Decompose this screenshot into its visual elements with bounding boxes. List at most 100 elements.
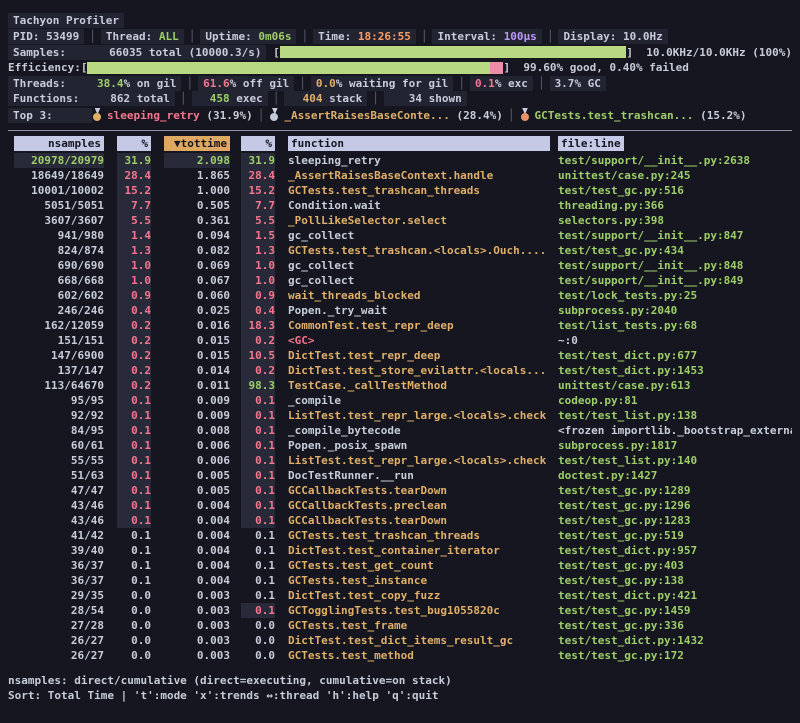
keybinding-help: Sort: Total Time | 't':mode 'x':trends ↔… — [8, 688, 792, 704]
table-row[interactable]: 10001/1000215.21.00015.2GCTests.test_tra… — [14, 183, 792, 198]
efficiency-failed-segment — [490, 62, 503, 74]
file-line-cell: test/support/__init__.py:2638 — [558, 153, 792, 168]
direct-percent-cell: 0.1 — [117, 438, 151, 453]
function-cell: CommonTest.test_repr_deep — [288, 318, 550, 333]
column-header-function[interactable]: function — [288, 136, 550, 151]
table-row[interactable]: 39/400.10.0040.1DictTest.test_container_… — [14, 543, 792, 558]
tottime-cell: 0.015 — [164, 348, 230, 363]
nsamples-cell: 151/151 — [14, 333, 104, 348]
nsamples-legend: nsamples: direct/cumulative (direct=exec… — [8, 673, 792, 689]
direct-percent-cell: 0.1 — [117, 498, 151, 513]
table-row[interactable]: 41/420.10.0040.1GCTests.test_trashcan_th… — [14, 528, 792, 543]
status-segment-label: Display: — [563, 30, 623, 43]
column-header-nsamples[interactable]: nsamples — [14, 136, 104, 151]
table-row[interactable]: 690/6901.00.0691.0gc_collecttest/support… — [14, 258, 792, 273]
table-body: 20978/2097931.92.09831.9sleeping_retryte… — [14, 153, 792, 663]
function-cell: Condition.wait — [288, 198, 550, 213]
table-row[interactable]: 29/350.00.0030.1DictTest.test_copy_fuzzt… — [14, 588, 792, 603]
separator: │ — [294, 76, 311, 91]
cumulative-percent-cell: 7.7 — [241, 198, 275, 213]
column-header-file-line[interactable]: file:line — [558, 136, 624, 151]
top3-function-name: sleeping_retry — [107, 109, 206, 122]
table-row[interactable]: 47/470.10.0050.1GCCallbackTests.tearDown… — [14, 483, 792, 498]
efficiency-summary: 99.60% good, 0.40% failed — [523, 60, 689, 75]
table-row[interactable]: 20978/2097931.92.09831.9sleeping_retryte… — [14, 153, 792, 168]
table-row[interactable]: 43/460.10.0040.1GCCallbackTests.preclean… — [14, 498, 792, 513]
table-row[interactable]: 137/1470.20.0140.2DictTest.test_store_ev… — [14, 363, 792, 378]
direct-percent-cell: 0.2 — [117, 348, 151, 363]
table-row[interactable]: 36/370.10.0040.1GCTests.test_instancetes… — [14, 573, 792, 588]
nsamples-cell: 246/246 — [14, 303, 104, 318]
table-row[interactable]: 3607/36075.50.3615.5_PollLikeSelector.se… — [14, 213, 792, 228]
nsamples-cell: 27/28 — [14, 618, 104, 633]
tottime-cell: 1.865 — [164, 168, 230, 183]
direct-percent-cell: 0.0 — [117, 648, 151, 663]
table-row[interactable]: 113/646700.20.01198.3TestCase._callTestM… — [14, 378, 792, 393]
table-row[interactable]: 55/550.10.0060.1ListTest.test_repr_large… — [14, 453, 792, 468]
status-segment-value: 0m06s — [258, 30, 291, 43]
direct-percent-cell: 0.1 — [117, 423, 151, 438]
table-row[interactable]: 824/8741.30.0821.3GCTests.test_trashcan.… — [14, 243, 792, 258]
function-cell: GCCallbackTests.tearDown — [288, 483, 550, 498]
table-row[interactable]: 36/370.10.0040.1GCTests.test_get_countte… — [14, 558, 792, 573]
column-header-tottime-sorted[interactable]: ▼tottime — [164, 136, 230, 151]
nsamples-cell: 39/40 — [14, 543, 104, 558]
top3-line: Top 3: sleeping_retry (31.9%)│_AssertRai… — [8, 107, 792, 124]
function-cell: gc_collect — [288, 228, 550, 243]
column-header-cumulative-percent[interactable]: % — [241, 136, 275, 151]
table-row[interactable]: 26/270.00.0030.0DictTest.test_dict_items… — [14, 633, 792, 648]
table-row[interactable]: 18649/1864928.41.86528.4_AssertRaisesBas… — [14, 168, 792, 183]
table-row[interactable]: 151/1510.20.0150.2<GC>~:0 — [14, 333, 792, 348]
threads-segment: 0.0% waiting for gil — [311, 76, 453, 91]
direct-percent-cell: 0.2 — [117, 333, 151, 348]
functions-segment: 404 stack — [284, 91, 367, 106]
cumulative-percent-cell: 0.1 — [241, 438, 275, 453]
table-row[interactable]: 668/6681.00.0671.0gc_collecttest/support… — [14, 273, 792, 288]
threads-label: Threads: — [8, 76, 92, 91]
samples-total: 66035 total (10000.3/s) — [91, 45, 267, 60]
table-row[interactable]: 92/920.10.0090.1ListTest.test_repr_large… — [14, 408, 792, 423]
function-cell: GCTests.test_trashcan_threads — [288, 528, 550, 543]
table-row[interactable]: 26/270.00.0030.0GCTests.test_methodtest/… — [14, 648, 792, 663]
table-row[interactable]: 162/120590.20.01618.3CommonTest.test_rep… — [14, 318, 792, 333]
table-row[interactable]: 28/540.00.0030.1GCTogglingTests.test_bug… — [14, 603, 792, 618]
tottime-cell: 0.009 — [164, 393, 230, 408]
table-row[interactable]: 60/610.10.0060.1Popen._posix_spawnsubpro… — [14, 438, 792, 453]
tottime-cell: 0.015 — [164, 333, 230, 348]
table-row[interactable]: 246/2460.40.0250.4Popen._try_waitsubproc… — [14, 303, 792, 318]
nsamples-cell: 55/55 — [14, 453, 104, 468]
tottime-cell: 0.505 — [164, 198, 230, 213]
direct-percent-cell: 28.4 — [117, 168, 151, 183]
table-row[interactable]: 147/69000.20.01510.5DictTest.test_repr_d… — [14, 348, 792, 363]
cumulative-percent-cell: 0.1 — [241, 483, 275, 498]
file-line-cell: test/test_gc.py:1289 — [558, 483, 792, 498]
file-line-cell: test/support/__init__.py:849 — [558, 273, 792, 288]
cumulative-percent-cell: 0.1 — [241, 468, 275, 483]
table-row[interactable]: 95/950.10.0090.1_compilecodeop.py:81 — [14, 393, 792, 408]
tottime-cell: 0.004 — [164, 573, 230, 588]
samples-progress-bar — [280, 46, 627, 58]
separator: │ — [181, 76, 198, 91]
table-row[interactable]: 602/6020.90.0600.9wait_threads_blockedte… — [14, 288, 792, 303]
separator: │ — [542, 29, 559, 44]
function-cell: DictTest.test_dict_items_result_gc — [288, 633, 550, 648]
table-row[interactable]: 51/630.10.0050.1DocTestRunner.__rundocte… — [14, 468, 792, 483]
function-cell: GCCallbackTests.tearDown — [288, 513, 550, 528]
nsamples-cell: 668/668 — [14, 273, 104, 288]
nsamples-cell: 36/37 — [14, 573, 104, 588]
file-line-cell: doctest.py:1427 — [558, 468, 792, 483]
table-row[interactable]: 5051/50517.70.5057.7Condition.waitthread… — [14, 198, 792, 213]
status-segment: Interval: 100μs — [432, 29, 541, 44]
cumulative-percent-cell: 98.3 — [241, 378, 275, 393]
table-row[interactable]: 43/460.10.0040.1GCCallbackTests.tearDown… — [14, 513, 792, 528]
nsamples-cell: 26/27 — [14, 648, 104, 663]
column-header-direct-percent[interactable]: % — [117, 136, 151, 151]
file-line-cell: test/test_dict.py:957 — [558, 543, 792, 558]
cumulative-percent-cell: 31.9 — [241, 153, 275, 168]
table-row[interactable]: 84/950.10.0080.1_compile_bytecode<frozen… — [14, 423, 792, 438]
function-cell: DocTestRunner.__run — [288, 468, 550, 483]
table-row[interactable]: 941/9801.40.0941.5gc_collecttest/support… — [14, 228, 792, 243]
function-cell: sleeping_retry — [288, 153, 550, 168]
file-line-cell: test/lock_tests.py:25 — [558, 288, 792, 303]
table-row[interactable]: 27/280.00.0030.0GCTests.test_frametest/t… — [14, 618, 792, 633]
